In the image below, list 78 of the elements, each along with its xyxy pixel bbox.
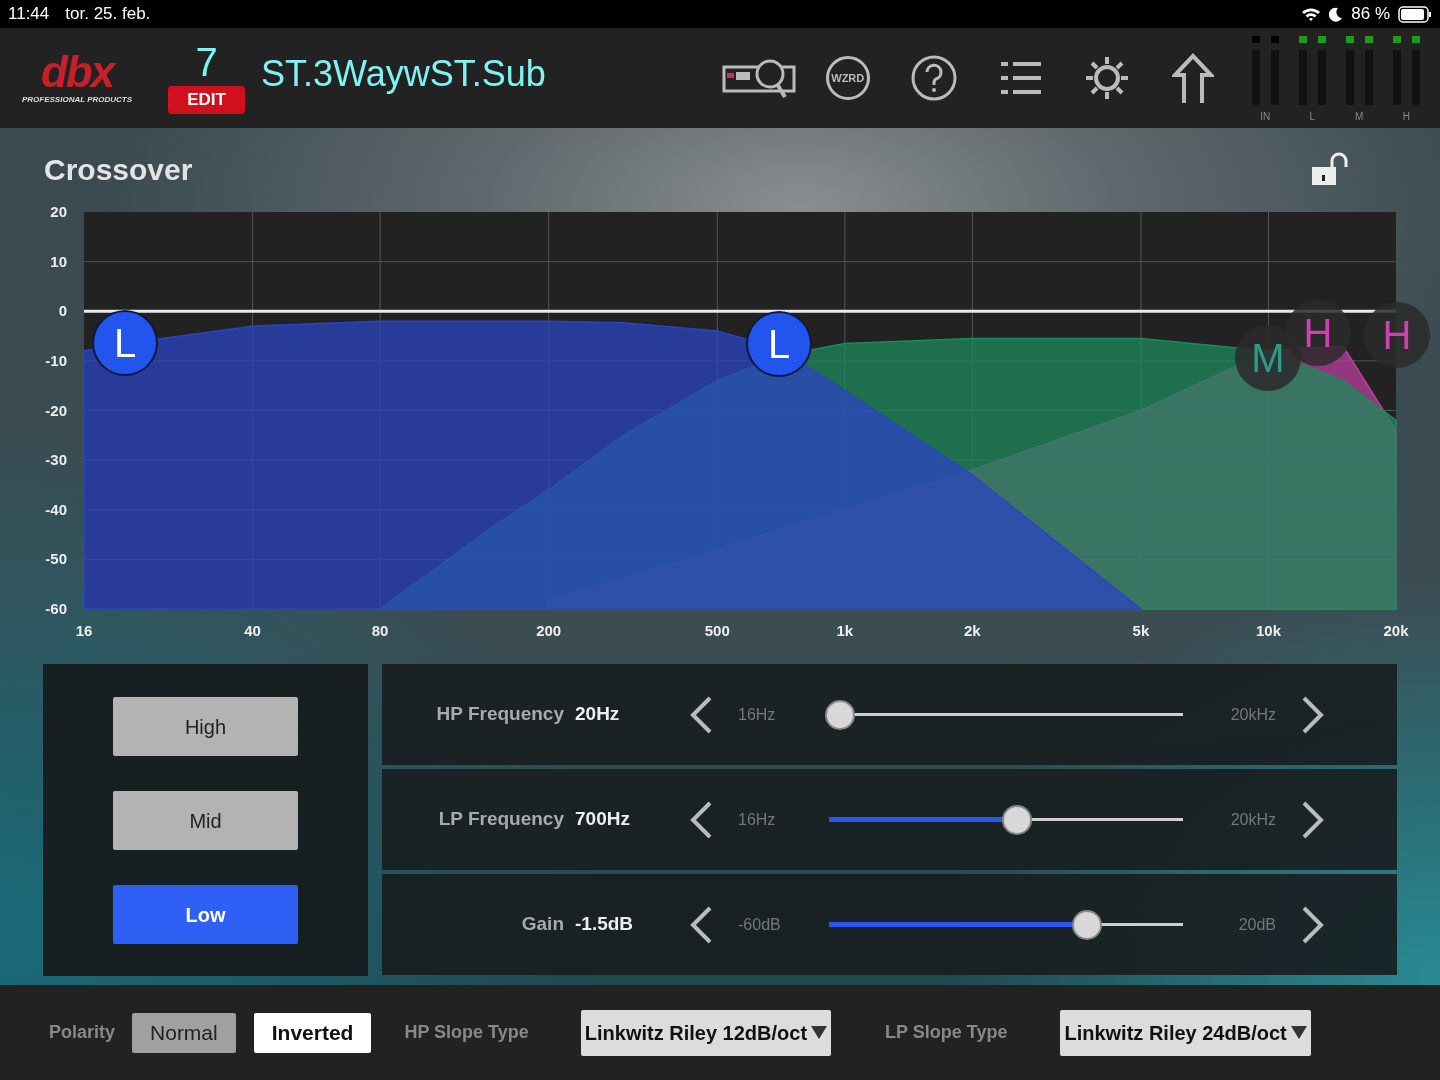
meter-label: H xyxy=(1402,110,1410,124)
crossover-handle[interactable]: H xyxy=(1364,302,1430,368)
preset-number: 7 xyxy=(195,42,218,82)
band-button[interactable]: High xyxy=(113,697,298,756)
battery-percentage: 86 % xyxy=(1351,3,1390,26)
chevron-right-icon[interactable] xyxy=(1301,800,1325,839)
chevron-left-icon[interactable] xyxy=(689,695,713,734)
axis-tick-label: -10 xyxy=(45,351,67,369)
polarity-option[interactable]: Normal xyxy=(132,1012,236,1053)
preset-name: ST.3WaywST.Sub xyxy=(261,52,546,96)
range-min-label: 16Hz xyxy=(738,705,776,723)
band-button[interactable]: Mid xyxy=(113,791,298,850)
wifi-icon xyxy=(1301,6,1322,22)
meter-label: L xyxy=(1309,110,1316,124)
chevron-left-icon[interactable] xyxy=(689,905,713,944)
moon-icon xyxy=(1329,6,1344,22)
parameter-label: Gain xyxy=(521,912,564,937)
axis-tick-label: 200 xyxy=(536,622,562,639)
crossover-handle[interactable]: L xyxy=(746,311,812,377)
chevron-left-icon[interactable] xyxy=(689,800,713,839)
meter-label: IN xyxy=(1260,110,1271,124)
section-title: Crossover xyxy=(44,151,193,188)
axis-tick-label: 16 xyxy=(75,622,93,639)
parameter-value: 20Hz xyxy=(575,703,620,725)
axis-tick-label: -30 xyxy=(45,451,67,469)
battery-icon xyxy=(1398,5,1432,23)
edit-button[interactable]: EDIT xyxy=(168,86,245,114)
arrow-up-icon[interactable] xyxy=(1171,53,1214,103)
axis-tick-label: -60 xyxy=(45,600,67,617)
axis-tick-label: 2k xyxy=(964,622,981,639)
meter-label: M xyxy=(1355,110,1364,124)
axis-tick-label: 0 xyxy=(58,302,67,320)
crossover-handle[interactable]: H xyxy=(1285,300,1351,366)
band-button[interactable]: Low xyxy=(113,885,298,944)
slope-type-label: HP Slope Type xyxy=(404,1021,529,1044)
axis-tick-label: -20 xyxy=(45,401,67,419)
lock-icon[interactable] xyxy=(1310,151,1350,187)
caret-icon xyxy=(811,1026,828,1039)
range-max-label: 20dB xyxy=(1238,914,1276,935)
polarity-option[interactable]: Inverted xyxy=(253,1012,372,1053)
parameter-value: 700Hz xyxy=(575,808,630,830)
slider-thumb[interactable] xyxy=(824,699,855,730)
range-max-label: 20kHz xyxy=(1230,809,1276,830)
range-min-label: -60dB xyxy=(738,915,781,933)
slope-type-label: LP Slope Type xyxy=(885,1021,1008,1044)
polarity-label: Polarity xyxy=(49,1021,116,1044)
dbx-logo: dbx PROFESSIONAL PRODUCTS xyxy=(22,50,132,106)
axis-tick-label: 5k xyxy=(1132,622,1150,639)
parameter-value: -1.5dB xyxy=(575,913,634,935)
slope-type-dropdown[interactable]: Linkwitz Riley 24dB/oct xyxy=(1060,1009,1311,1056)
status-date: tor. 25. feb. xyxy=(65,3,151,26)
help-icon[interactable] xyxy=(910,55,957,101)
range-min-label: 16Hz xyxy=(738,810,776,828)
caret-icon xyxy=(1290,1026,1307,1039)
slope-type-dropdown[interactable]: Linkwitz Riley 12dB/oct xyxy=(580,1009,832,1056)
axis-tick-label: 80 xyxy=(371,622,389,639)
axis-tick-label: 1k xyxy=(836,622,854,639)
axis-tick-label: 10 xyxy=(50,252,67,270)
settings-icon[interactable] xyxy=(1085,56,1128,100)
chevron-right-icon[interactable] xyxy=(1301,695,1325,734)
axis-tick-label: 20k xyxy=(1383,622,1409,639)
list-icon[interactable] xyxy=(1000,59,1041,97)
parameter-label: LP Frequency xyxy=(438,807,564,832)
wizard-button[interactable]: WZRD xyxy=(825,56,870,100)
axis-tick-label: -40 xyxy=(45,500,67,518)
crossover-handle[interactable]: L xyxy=(92,310,158,376)
slider-thumb[interactable] xyxy=(1001,804,1032,835)
axis-tick-label: 500 xyxy=(704,622,730,639)
eq-search-icon[interactable] xyxy=(721,57,796,99)
axis-tick-label: -50 xyxy=(45,550,67,568)
chevron-right-icon[interactable] xyxy=(1301,905,1325,944)
axis-tick-label: 10k xyxy=(1255,622,1281,639)
range-max-label: 20kHz xyxy=(1230,704,1276,725)
axis-tick-label: 20 xyxy=(50,203,67,220)
slider-thumb[interactable] xyxy=(1072,909,1103,940)
status-time: 11:44 xyxy=(8,3,50,26)
parameter-label: HP Frequency xyxy=(436,702,564,727)
axis-tick-label: 40 xyxy=(244,622,261,639)
